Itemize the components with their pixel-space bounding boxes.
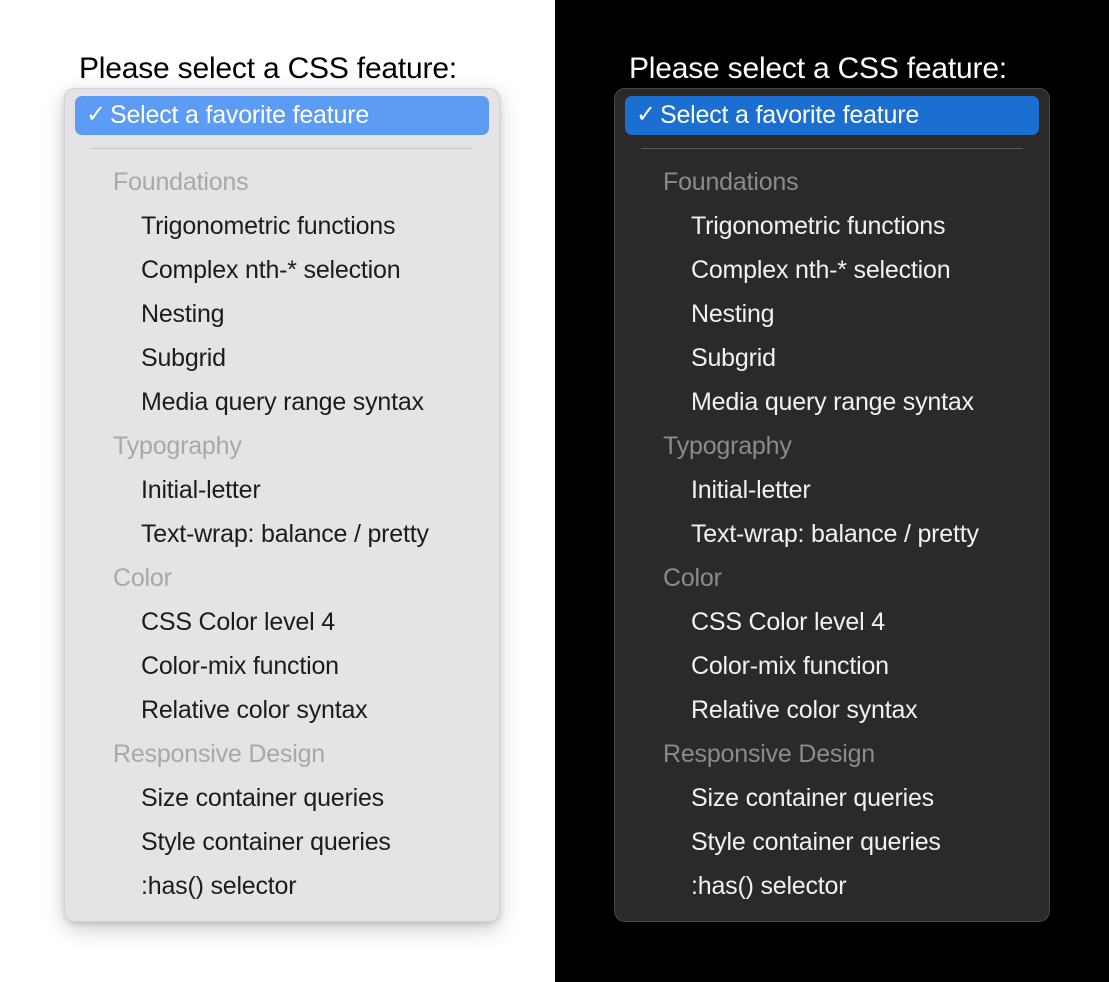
option-item[interactable]: :has() selector bbox=[65, 864, 499, 908]
option-group-label-foundations: Foundations bbox=[113, 168, 249, 196]
option-group-label-foundations: Foundations bbox=[663, 168, 799, 196]
selected-option-row-dark[interactable]: ✓ Select a favorite feature bbox=[625, 96, 1039, 135]
option-group-label-responsive-design: Responsive Design bbox=[663, 740, 875, 768]
option-group-label-color: Color bbox=[113, 564, 172, 592]
option-group-label-color: Color bbox=[663, 564, 722, 592]
option-item[interactable]: CSS Color level 4 bbox=[615, 600, 1049, 644]
option-item[interactable]: Subgrid bbox=[65, 336, 499, 380]
css-feature-dropdown-light[interactable]: ✓ Select a favorite feature Foundations … bbox=[64, 88, 500, 922]
option-item[interactable]: Complex nth-* selection bbox=[615, 248, 1049, 292]
checkmark-icon: ✓ bbox=[636, 100, 657, 128]
option-item[interactable]: Text-wrap: balance / pretty bbox=[65, 512, 499, 556]
option-item[interactable]: Initial-letter bbox=[615, 468, 1049, 512]
page-title: Please select a CSS feature: bbox=[79, 52, 457, 85]
option-item[interactable]: CSS Color level 4 bbox=[65, 600, 499, 644]
option-item[interactable]: :has() selector bbox=[615, 864, 1049, 908]
dropdown-separator bbox=[91, 148, 473, 149]
option-item[interactable]: Media query range syntax bbox=[65, 380, 499, 424]
page-title: Please select a CSS feature: bbox=[629, 52, 1007, 85]
option-item[interactable]: Size container queries bbox=[615, 776, 1049, 820]
selected-option-row-light[interactable]: ✓ Select a favorite feature bbox=[75, 96, 489, 135]
option-item[interactable]: Style container queries bbox=[615, 820, 1049, 864]
option-group-label-typography: Typography bbox=[113, 432, 242, 460]
option-item[interactable]: Relative color syntax bbox=[65, 688, 499, 732]
selected-option-label: Select a favorite feature bbox=[660, 101, 920, 129]
option-item[interactable]: Trigonometric functions bbox=[65, 204, 499, 248]
option-item[interactable]: Text-wrap: balance / pretty bbox=[615, 512, 1049, 556]
option-item[interactable]: Style container queries bbox=[65, 820, 499, 864]
option-item[interactable]: Relative color syntax bbox=[615, 688, 1049, 732]
css-feature-dropdown-dark[interactable]: ✓ Select a favorite feature Foundations … bbox=[614, 88, 1050, 922]
option-item[interactable]: Initial-letter bbox=[65, 468, 499, 512]
dropdown-separator bbox=[641, 148, 1023, 149]
option-item[interactable]: Complex nth-* selection bbox=[65, 248, 499, 292]
option-item[interactable]: Subgrid bbox=[615, 336, 1049, 380]
selected-option-label: Select a favorite feature bbox=[110, 101, 370, 129]
light-theme-panel: Please select a CSS feature: ✓ Select a … bbox=[0, 0, 555, 982]
option-item[interactable]: Nesting bbox=[615, 292, 1049, 336]
dark-theme-panel: Please select a CSS feature: ✓ Select a … bbox=[555, 0, 1109, 982]
theme-comparison-stage: Please select a CSS feature: ✓ Select a … bbox=[0, 0, 1109, 982]
option-item[interactable]: Nesting bbox=[65, 292, 499, 336]
option-item[interactable]: Size container queries bbox=[65, 776, 499, 820]
checkmark-icon: ✓ bbox=[86, 100, 107, 128]
option-group-label-responsive-design: Responsive Design bbox=[113, 740, 325, 768]
option-item[interactable]: Color-mix function bbox=[615, 644, 1049, 688]
option-item[interactable]: Trigonometric functions bbox=[615, 204, 1049, 248]
option-item[interactable]: Color-mix function bbox=[65, 644, 499, 688]
option-item[interactable]: Media query range syntax bbox=[615, 380, 1049, 424]
option-group-label-typography: Typography bbox=[663, 432, 792, 460]
